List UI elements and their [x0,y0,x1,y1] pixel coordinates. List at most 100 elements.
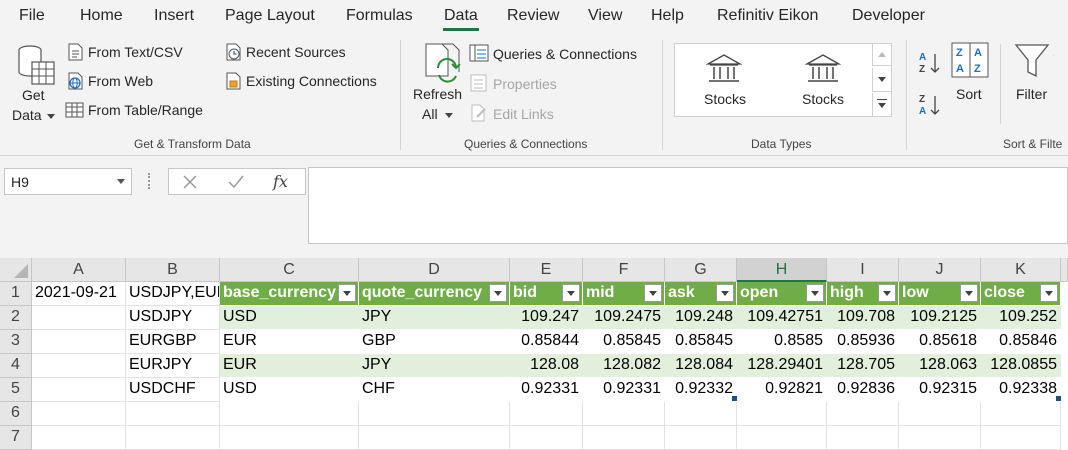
sheet-cell[interactable] [981,426,1061,450]
table-cell[interactable]: 0.92821 [737,378,827,402]
table-cell[interactable]: 128.084 [665,354,737,378]
table-cell[interactable]: 0.85845 [665,330,737,354]
row-header-4[interactable]: 4 [0,354,32,378]
table-cell[interactable]: GBP [359,330,510,354]
tab-insert[interactable]: Insert [154,7,194,25]
table-cell[interactable]: 0.85844 [510,330,583,354]
tab-developer[interactable]: Developer [852,7,925,25]
filter-dropdown-icon[interactable] [806,284,824,302]
sheet-cell[interactable] [827,402,899,426]
sheet-cell[interactable] [583,426,665,450]
tab-data[interactable]: Data [443,7,479,31]
tab-formulas[interactable]: Formulas [346,7,413,25]
sheet-cell[interactable] [32,426,126,450]
tab-page-layout[interactable]: Page Layout [225,7,315,25]
refresh-all-label-2[interactable]: All [422,106,438,122]
sheet-cell[interactable] [827,426,899,450]
filter-dropdown-icon[interactable] [716,284,734,302]
sheet-cell[interactable] [359,402,510,426]
table-cell[interactable]: CHF [359,378,510,402]
tab-help[interactable]: Help [651,7,684,25]
tab-home[interactable]: Home [80,7,123,25]
table-header-bid[interactable]: bid [510,282,583,306]
table-cell[interactable]: USD [220,306,359,330]
table-header-close[interactable]: close [981,282,1061,306]
filter-dropdown-icon[interactable] [338,284,356,302]
table-header-quote-currency[interactable]: quote_currency [359,282,510,306]
row-header-5[interactable]: 5 [0,378,32,402]
select-all-corner[interactable] [0,258,32,282]
table-header-open[interactable]: open [737,282,827,306]
recent-sources-button[interactable]: Recent Sources [246,44,346,60]
sheet-cell[interactable] [899,402,981,426]
sheet-cell[interactable] [126,426,220,450]
table-header-base-currency[interactable]: base_currency [220,282,359,306]
refresh-all-label[interactable]: Refresh [413,86,462,102]
table-cell[interactable]: JPY [359,354,510,378]
sheet-cell[interactable] [32,378,126,402]
sheet-cell[interactable] [359,426,510,450]
table-cell[interactable]: 109.252 [981,306,1061,330]
tab-refinitiv-eikon[interactable]: Refinitiv Eikon [717,7,818,25]
table-resize-handle[interactable] [1056,396,1061,401]
table-cell[interactable]: 0.92338 [981,378,1061,402]
get-data-label-2[interactable]: Data [12,107,42,123]
cancel-icon[interactable] [183,175,197,189]
table-cell[interactable]: 0.92332 [665,378,737,402]
from-table-range-button[interactable]: From Table/Range [88,102,203,118]
from-text-csv-button[interactable]: From Text/CSV [88,44,183,60]
cell-b2[interactable]: USDJPY [126,306,220,330]
column-header-k[interactable]: K [981,258,1061,282]
filter-dropdown-icon[interactable] [489,284,507,302]
sheet-cell[interactable] [737,426,827,450]
gallery-more-button[interactable] [872,93,891,116]
sheet-cell[interactable] [32,402,126,426]
refresh-all-button[interactable] [422,42,464,88]
sheet-cell[interactable] [899,426,981,450]
table-cell[interactable]: 109.247 [510,306,583,330]
table-cell[interactable]: USD [220,378,359,402]
sheet-cell[interactable] [665,426,737,450]
table-cell[interactable]: 0.85846 [981,330,1061,354]
filter-label[interactable]: Filter [1016,86,1047,102]
table-header-high[interactable]: high [827,282,899,306]
properties-button[interactable]: Properties [493,76,557,92]
table-cell[interactable]: 128.705 [827,354,899,378]
table-cell[interactable]: 109.42751 [737,306,827,330]
table-cell[interactable]: EUR [220,330,359,354]
sort-descending-button[interactable]: Z A [918,92,942,123]
table-header-low[interactable]: low [899,282,981,306]
column-header-a[interactable]: A [32,258,126,282]
sheet-cell[interactable] [737,402,827,426]
table-cell[interactable]: 128.29401 [737,354,827,378]
sheet-cell[interactable] [510,426,583,450]
queries-connections-button[interactable]: Queries & Connections [493,46,637,62]
table-cell[interactable]: 0.92331 [583,378,665,402]
table-cell[interactable]: EUR [220,354,359,378]
row-header-1[interactable]: 1 [0,282,32,306]
cell-b3[interactable]: EURGBP [126,330,220,354]
table-cell[interactable]: 128.063 [899,354,981,378]
table-cell[interactable]: 128.082 [583,354,665,378]
stocks-label-1[interactable]: Stocks [704,91,746,107]
row-header-2[interactable]: 2 [0,306,32,330]
sort-button[interactable]: Z A A Z [951,42,989,83]
table-cell[interactable]: 0.85618 [899,330,981,354]
sheet-cell[interactable] [665,402,737,426]
sort-ascending-button[interactable]: A Z [918,50,942,81]
column-header-f[interactable]: F [583,258,665,282]
table-cell[interactable]: 109.708 [827,306,899,330]
filter-dropdown-icon[interactable] [960,284,978,302]
table-cell[interactable]: 0.8585 [737,330,827,354]
sheet-cell[interactable] [126,402,220,426]
sheet-cell[interactable] [981,402,1061,426]
row-header-6[interactable]: 6 [0,402,32,426]
existing-connections-button[interactable]: Existing Connections [246,73,377,89]
table-cell[interactable]: 0.85936 [827,330,899,354]
column-header-b[interactable]: B [126,258,220,282]
column-header-i[interactable]: I [827,258,899,282]
column-header-c[interactable]: C [220,258,359,282]
table-cell[interactable]: 128.0855 [981,354,1061,378]
table-cell[interactable]: 109.248 [665,306,737,330]
get-data-label[interactable]: Get [22,87,45,103]
